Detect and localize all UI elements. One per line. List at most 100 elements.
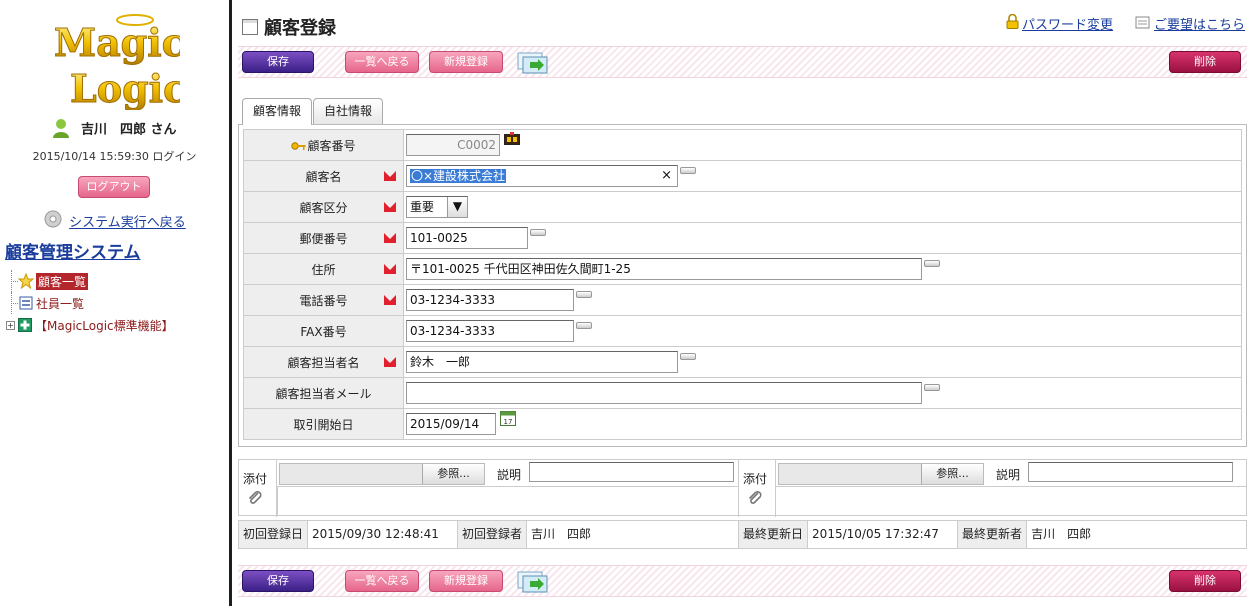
- label-contact-mail: 顧客担当者メール: [275, 386, 372, 401]
- file-input[interactable]: 参照...: [778, 463, 984, 485]
- label-postal: 郵便番号: [299, 231, 348, 246]
- field-option-button[interactable]: [924, 384, 940, 391]
- customer-form: 顧客番号 C0002 顧客名 〇×建設株式会社 × 顧客区分 重要 ▼ 郵便番号…: [243, 129, 1242, 440]
- back-to-list-button[interactable]: 一覧へ戻る: [345, 570, 419, 592]
- form-row-start-date: 取引開始日 2015/09/14 17: [243, 408, 1242, 440]
- attach-label: 添付: [743, 472, 768, 486]
- magiclogic-logo: Magic Logic: [50, 10, 187, 112]
- back-to-list-button[interactable]: 一覧へ戻る: [345, 51, 419, 73]
- user-icon: [52, 118, 70, 142]
- tab-company-info[interactable]: 自社情報: [313, 98, 384, 124]
- list-icon: [18, 295, 34, 311]
- address-input[interactable]: 〒101-0025 千代田区神田佐久間町1-25: [406, 258, 922, 280]
- form-row-contact-mail: 顧客担当者メール: [243, 377, 1242, 409]
- phone-input[interactable]: 03-1234-3333: [406, 289, 574, 311]
- save-button[interactable]: 保存: [242, 570, 314, 592]
- bottom-toolbar: 保存 一覧へ戻る 新規登録 削除: [238, 565, 1247, 597]
- tree-item-label[interactable]: 顧客一覧: [36, 272, 89, 290]
- form-row-customer-type: 顧客区分 重要 ▼: [243, 191, 1242, 223]
- page-title-text: 顧客登録: [264, 18, 336, 39]
- field-option-button[interactable]: [530, 229, 546, 236]
- expand-icon[interactable]: +: [6, 320, 15, 330]
- label-contact-name: 顧客担当者名: [287, 355, 360, 370]
- label-customer-no: 顧客番号: [307, 138, 356, 153]
- tree-item-customer-list[interactable]: 顧客一覧: [6, 270, 174, 292]
- nav-tree: 顧客一覧 社員一覧 + 【MagicLogic標準機能】: [6, 270, 174, 336]
- tab-customer-info[interactable]: 顧客情報: [242, 98, 313, 125]
- contact-name-input[interactable]: 鈴木 一郎: [406, 351, 678, 373]
- label-address: 住所: [311, 262, 336, 277]
- required-icon: [383, 356, 397, 371]
- customer-type-select[interactable]: 重要 ▼: [406, 196, 468, 218]
- field-option-button[interactable]: [576, 291, 592, 298]
- password-change-link[interactable]: パスワード変更: [1006, 13, 1113, 33]
- field-option-button[interactable]: [576, 322, 592, 329]
- start-date-input[interactable]: 2015/09/14: [406, 413, 496, 435]
- field-option-button[interactable]: [924, 260, 940, 267]
- attach-label: 添付: [243, 472, 268, 486]
- paperclip-icon: [247, 490, 263, 509]
- system-title: 顧客管理システム: [5, 243, 141, 263]
- label-phone: 電話番号: [299, 293, 348, 308]
- lock-icon: [1006, 13, 1019, 33]
- tree-item-label[interactable]: 【MagicLogic標準機能】: [35, 317, 174, 334]
- form-panel: 顧客番号 C0002 顧客名 〇×建設株式会社 × 顧客区分 重要 ▼ 郵便番号…: [238, 124, 1247, 447]
- tree-item-standard-functions[interactable]: + 【MagicLogic標準機能】: [6, 314, 174, 336]
- label-start-date: 取引開始日: [293, 417, 354, 432]
- required-icon: [383, 263, 397, 278]
- header-links: パスワード変更 ご要望はこちら: [1006, 13, 1245, 33]
- svg-text:Logic: Logic: [70, 66, 180, 110]
- export-icon[interactable]: [516, 569, 550, 593]
- audit-info: 初回登録日 2015/09/30 12:48:41 初回登録者 吉川 四郎 最終…: [238, 520, 1247, 549]
- contact-mail-input[interactable]: [406, 382, 922, 404]
- svg-text:17: 17: [503, 418, 512, 426]
- star-icon: [18, 273, 34, 289]
- page-title: 顧客登録: [242, 14, 336, 40]
- top-toolbar: 保存 一覧へ戻る 新規登録 削除: [238, 46, 1247, 78]
- description-label: 説明: [497, 468, 522, 482]
- tree-item-label[interactable]: 社員一覧: [36, 295, 84, 312]
- created-date-value: 2015/09/30 12:48:41: [308, 521, 459, 548]
- delete-button[interactable]: 削除: [1169, 570, 1241, 592]
- window-icon: [242, 19, 258, 35]
- label-fax: FAX番号: [300, 324, 347, 339]
- sidebar: Magic Logic 吉川 四郎 さん 2015/10/14 15:59:30…: [0, 0, 229, 606]
- fax-input[interactable]: 03-1234-3333: [406, 320, 574, 342]
- main-content: 顧客登録 パスワード変更 ご要望はこちら 保存 一覧へ戻る 新規登録 削除 顧客…: [232, 0, 1255, 606]
- logout-button[interactable]: ログアウト: [78, 176, 150, 198]
- new-record-button[interactable]: 新規登録: [429, 51, 503, 73]
- field-option-button[interactable]: [680, 353, 696, 360]
- clear-icon[interactable]: ×: [661, 166, 672, 186]
- attachment-area: [277, 486, 738, 516]
- description-label: 説明: [996, 468, 1021, 482]
- export-icon[interactable]: [516, 50, 550, 74]
- auto-number-icon: [503, 132, 520, 148]
- paperclip-icon: [747, 490, 763, 509]
- browse-button[interactable]: 参照...: [921, 464, 983, 484]
- tree-item-employee-list[interactable]: 社員一覧: [6, 292, 174, 314]
- new-record-button[interactable]: 新規登録: [429, 570, 503, 592]
- gear-icon: [44, 210, 62, 232]
- description-input[interactable]: [1028, 462, 1233, 482]
- svg-text:Magic: Magic: [54, 20, 180, 65]
- memo-icon: [1135, 15, 1151, 33]
- attachments-section: 添付 参照... 説明 添付 参照... 説明: [238, 459, 1247, 517]
- updater-value: 吉川 四郎: [1031, 527, 1092, 541]
- delete-button[interactable]: 削除: [1169, 51, 1241, 73]
- field-option-button[interactable]: [680, 167, 696, 174]
- back-to-system[interactable]: システム実行へ戻る: [44, 210, 186, 232]
- postal-input[interactable]: 101-0025: [406, 227, 528, 249]
- login-info: 2015/10/14 15:59:30 ログイン: [32, 150, 197, 163]
- creator-value: 吉川 四郎: [527, 521, 740, 548]
- customer-name-input[interactable]: 〇×建設株式会社 ×: [406, 165, 678, 187]
- request-link[interactable]: ご要望はこちら: [1135, 14, 1245, 33]
- chevron-down-icon[interactable]: ▼: [447, 197, 467, 217]
- description-input[interactable]: [529, 462, 734, 482]
- browse-button[interactable]: 参照...: [422, 464, 484, 484]
- back-to-system-link[interactable]: システム実行へ戻る: [69, 216, 186, 231]
- calendar-icon[interactable]: 17: [499, 410, 516, 429]
- form-row-customer-name: 顧客名 〇×建設株式会社 ×: [243, 160, 1242, 192]
- file-input[interactable]: 参照...: [279, 463, 485, 485]
- updated-date-label: 最終更新日: [739, 521, 809, 548]
- save-button[interactable]: 保存: [242, 51, 314, 73]
